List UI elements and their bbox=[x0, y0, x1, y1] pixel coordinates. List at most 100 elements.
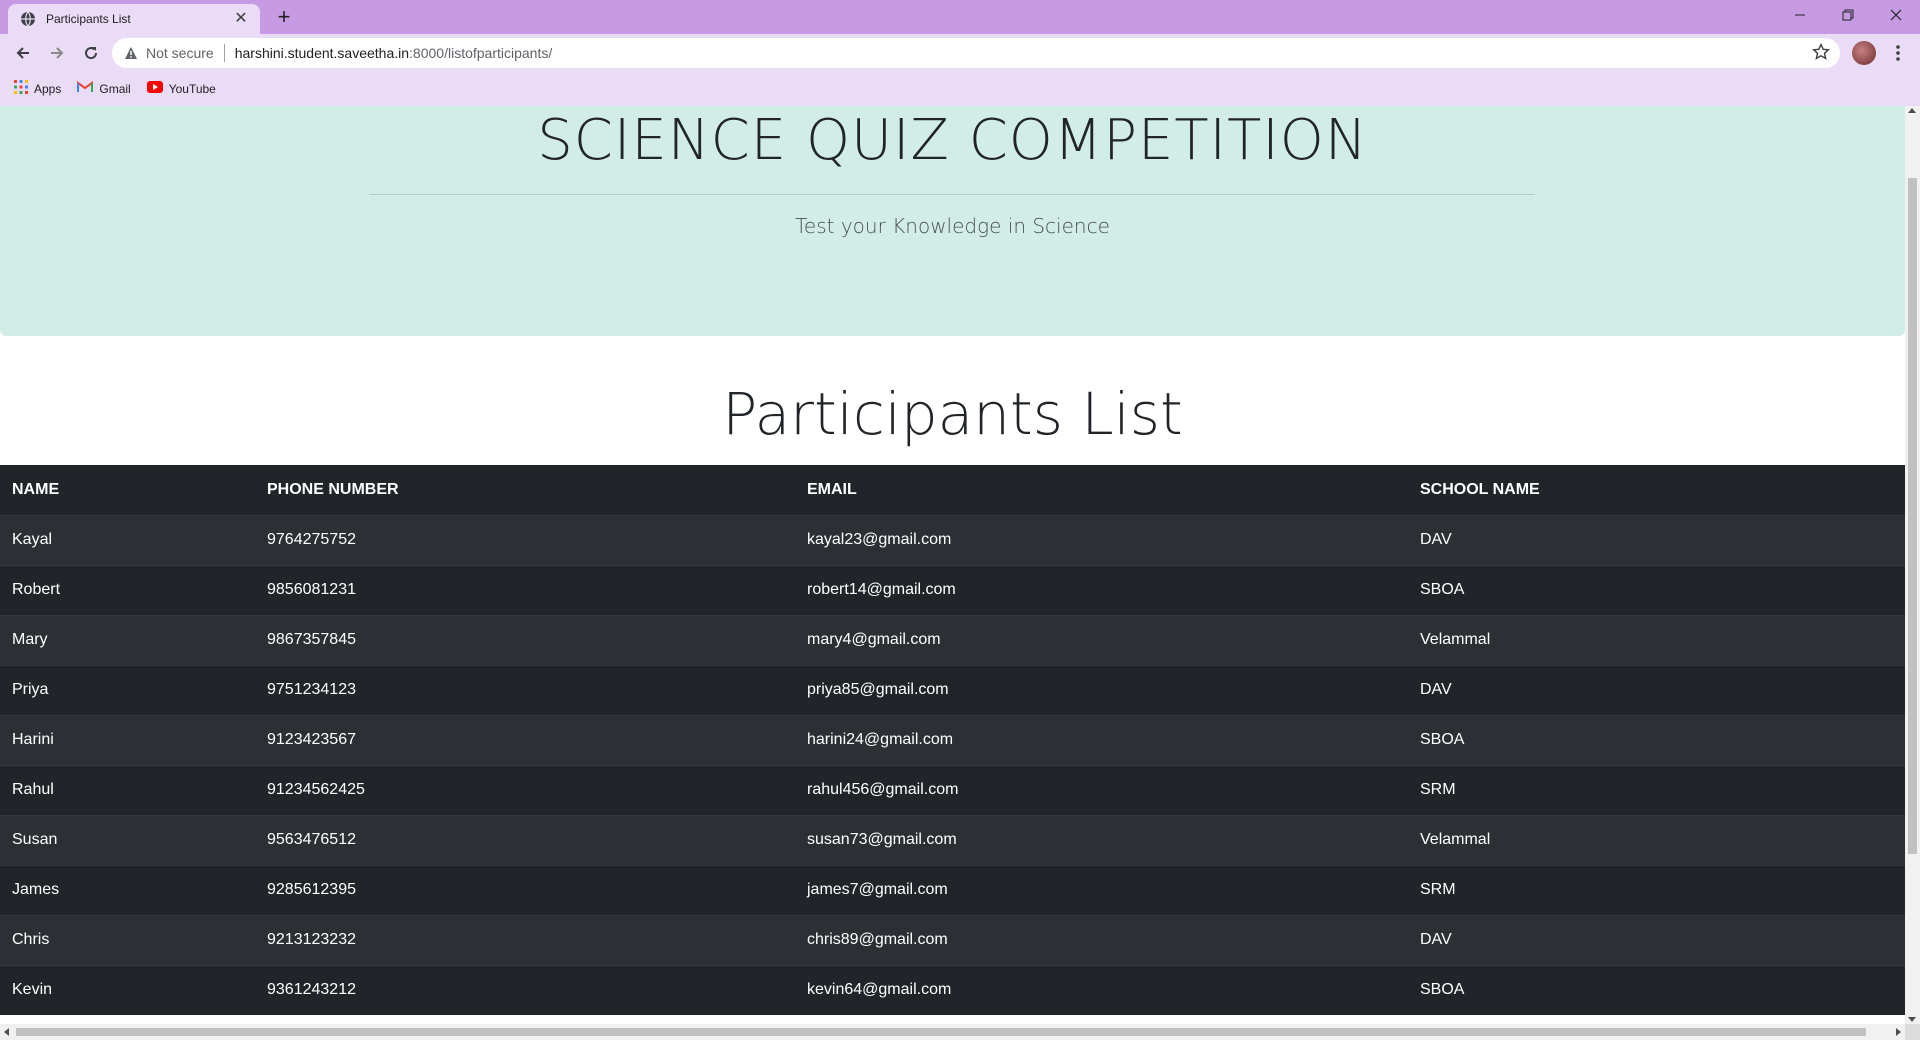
tab-strip: Participants List ✕ + bbox=[0, 0, 1920, 34]
url-host: harshini.student.saveetha.in bbox=[234, 45, 410, 61]
table-row: Susan 9563476512 susan73@gmail.com Velammal bbox=[0, 814, 1905, 865]
bookmark-label: Gmail bbox=[99, 82, 131, 96]
horizontal-scroll-thumb[interactable] bbox=[16, 1028, 1866, 1036]
scroll-left-icon[interactable] bbox=[4, 1028, 9, 1036]
cell-name: Harini bbox=[0, 714, 255, 765]
cell-email: harini24@gmail.com bbox=[795, 714, 1408, 765]
cell-school: SBOA bbox=[1408, 964, 1905, 1015]
cell-phone: 9751234123 bbox=[255, 664, 795, 715]
cell-phone: 9361243212 bbox=[255, 964, 795, 1015]
column-header-phone: PHONE NUMBER bbox=[255, 465, 795, 516]
vertical-scroll-thumb[interactable] bbox=[1908, 178, 1917, 854]
horizontal-scrollbar[interactable] bbox=[0, 1024, 1905, 1040]
scroll-down-icon[interactable] bbox=[1908, 1017, 1916, 1022]
address-divider bbox=[223, 44, 225, 62]
table-row: Kayal 9764275752 kayal23@gmail.com DAV bbox=[0, 514, 1905, 565]
cell-phone: 9213123232 bbox=[255, 914, 795, 965]
table-row: Harini 9123423567 harini24@gmail.com SBOA bbox=[0, 714, 1905, 765]
cell-email: susan73@gmail.com bbox=[795, 814, 1408, 865]
window-controls bbox=[1776, 0, 1920, 30]
cell-school: DAV bbox=[1408, 914, 1905, 965]
cell-phone: 9764275752 bbox=[255, 514, 795, 565]
url-path: :8000/listofparticipants/ bbox=[409, 45, 553, 61]
bookmark-youtube[interactable]: YouTube bbox=[146, 80, 216, 98]
cell-school: SRM bbox=[1408, 764, 1905, 815]
warning-icon[interactable] bbox=[124, 46, 138, 60]
youtube-icon bbox=[146, 80, 163, 98]
table-row: James 9285612395 james7@gmail.com SRM bbox=[0, 864, 1905, 915]
section-title: Participants List bbox=[722, 380, 1183, 448]
cell-name: Priya bbox=[0, 664, 255, 715]
browser-toolbar: Not secure harshini.student.saveetha.in:… bbox=[0, 34, 1920, 72]
cell-phone: 9123423567 bbox=[255, 714, 795, 765]
gmail-icon bbox=[77, 80, 94, 98]
cell-school: Velammal bbox=[1408, 814, 1905, 865]
cell-email: mary4@gmail.com bbox=[795, 614, 1408, 665]
cell-email: priya85@gmail.com bbox=[795, 664, 1408, 715]
security-label[interactable]: Not secure bbox=[146, 45, 214, 61]
reload-icon[interactable] bbox=[74, 36, 108, 70]
bookmark-star-icon[interactable] bbox=[1812, 43, 1830, 61]
table-row: Chris 9213123232 chris89@gmail.com DAV bbox=[0, 914, 1905, 965]
bookmark-label: Apps bbox=[34, 82, 62, 96]
close-window-icon[interactable] bbox=[1872, 0, 1920, 30]
cell-school: SRM bbox=[1408, 864, 1905, 915]
bookmarks-bar: Apps Gmail YouTube bbox=[0, 72, 1920, 106]
globe-icon bbox=[20, 11, 36, 27]
new-tab-button[interactable]: + bbox=[272, 6, 296, 30]
cell-phone: 9856081231 bbox=[255, 564, 795, 615]
back-icon[interactable] bbox=[6, 36, 40, 70]
cell-email: rahul456@gmail.com bbox=[795, 764, 1408, 815]
tab-title: Participants List bbox=[46, 12, 131, 26]
tab-participants-list[interactable]: Participants List ✕ bbox=[8, 4, 260, 34]
participants-table: NAME PHONE NUMBER EMAIL SCHOOL NAME Kaya… bbox=[0, 465, 1905, 1015]
close-tab-icon[interactable]: ✕ bbox=[232, 10, 250, 28]
cell-email: chris89@gmail.com bbox=[795, 914, 1408, 965]
cell-school: SBOA bbox=[1408, 714, 1905, 765]
bookmark-label: YouTube bbox=[168, 82, 216, 96]
cell-name: Kevin bbox=[0, 964, 255, 1015]
page-title: SCIENCE QUIZ COMPETITION bbox=[537, 108, 1368, 173]
table-row: Mary 9867357845 mary4@gmail.com Velammal bbox=[0, 614, 1905, 665]
cell-email: james7@gmail.com bbox=[795, 864, 1408, 915]
column-header-name: NAME bbox=[0, 465, 255, 516]
cell-phone: 9285612395 bbox=[255, 864, 795, 915]
bookmark-apps[interactable]: Apps bbox=[14, 79, 62, 99]
scroll-up-icon[interactable] bbox=[1908, 108, 1916, 113]
page-subtitle: Test your Knowledge in Science bbox=[795, 214, 1110, 238]
hero-banner: SCIENCE QUIZ COMPETITION Test your Knowl… bbox=[0, 106, 1905, 336]
cell-school: DAV bbox=[1408, 664, 1905, 715]
cell-phone: 9563476512 bbox=[255, 814, 795, 865]
profile-avatar[interactable] bbox=[1852, 41, 1876, 65]
column-header-school: SCHOOL NAME bbox=[1408, 465, 1905, 516]
cell-phone: 91234562425 bbox=[255, 764, 795, 815]
cell-name: Rahul bbox=[0, 764, 255, 815]
table-row: Priya 9751234123 priya85@gmail.com DAV bbox=[0, 664, 1905, 715]
column-header-email: EMAIL bbox=[795, 465, 1408, 516]
address-bar[interactable]: Not secure harshini.student.saveetha.in:… bbox=[112, 38, 1840, 68]
vertical-scrollbar[interactable] bbox=[1905, 106, 1920, 1024]
hero-divider bbox=[369, 194, 1535, 195]
cell-school: DAV bbox=[1408, 514, 1905, 565]
apps-grid-icon bbox=[14, 79, 28, 99]
cell-email: kevin64@gmail.com bbox=[795, 964, 1408, 1015]
scroll-right-icon[interactable] bbox=[1896, 1028, 1901, 1036]
cell-phone: 9867357845 bbox=[255, 614, 795, 665]
cell-school: SBOA bbox=[1408, 564, 1905, 615]
table-row: Kevin 9361243212 kevin64@gmail.com SBOA bbox=[0, 964, 1905, 1015]
restore-icon[interactable] bbox=[1824, 0, 1872, 30]
cell-email: kayal23@gmail.com bbox=[795, 514, 1408, 565]
table-row: Robert 9856081231 robert14@gmail.com SBOA bbox=[0, 564, 1905, 615]
bookmark-gmail[interactable]: Gmail bbox=[77, 80, 131, 98]
cell-name: Susan bbox=[0, 814, 255, 865]
cell-school: Velammal bbox=[1408, 614, 1905, 665]
cell-email: robert14@gmail.com bbox=[795, 564, 1408, 615]
cell-name: James bbox=[0, 864, 255, 915]
cell-name: Kayal bbox=[0, 514, 255, 565]
forward-icon[interactable] bbox=[40, 36, 74, 70]
table-row: Rahul 91234562425 rahul456@gmail.com SRM bbox=[0, 764, 1905, 815]
cell-name: Robert bbox=[0, 564, 255, 615]
scrollbar-corner bbox=[1905, 1024, 1920, 1040]
more-options-icon[interactable] bbox=[1888, 42, 1908, 64]
minimize-icon[interactable] bbox=[1776, 0, 1824, 30]
